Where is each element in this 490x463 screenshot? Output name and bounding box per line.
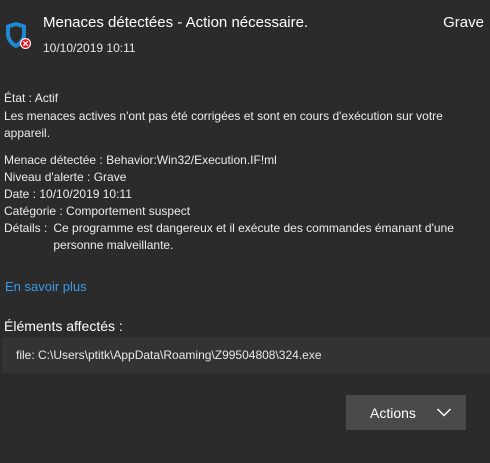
info-label: Détails : [4, 221, 48, 235]
status-description: Les menaces actives n'ont pas été corrig… [4, 109, 443, 140]
chevron-down-icon [437, 408, 451, 417]
category-label: Catégorie : [4, 204, 63, 218]
threat-value: Behavior:Win32/Execution.IF!ml [106, 153, 277, 167]
info-value: Ce programme est dangereux et il exécute… [53, 221, 454, 252]
threat-row: Menace détectée : Behavior:Win32/Executi… [4, 152, 486, 169]
actions-button[interactable]: Actions [346, 395, 466, 430]
threat-details: État : Actif Les menaces actives n'ont p… [4, 90, 486, 254]
affected-file-item[interactable]: file: C:\Users\ptitk\AppData\Roaming\Z99… [2, 337, 490, 373]
notification-timestamp: 10/10/2019 10:11 [43, 41, 136, 55]
date-value: 10/10/2019 10:11 [39, 187, 132, 201]
category-value: Comportement suspect [66, 204, 191, 218]
alert-level-label: Niveau d'alerte : [4, 170, 91, 184]
actions-label: Actions [370, 405, 416, 421]
shield-error-icon [6, 22, 31, 49]
affected-file-path: file: C:\Users\ptitk\AppData\Roaming\Z99… [16, 348, 322, 362]
notification-header: Menaces détectées - Action nécessaire. G… [0, 0, 490, 70]
info-row: Détails : Ce programme est dangereux et … [4, 220, 486, 254]
category-row: Catégorie : Comportement suspect [4, 203, 486, 220]
date-row: Date : 10/10/2019 10:11 [4, 186, 486, 203]
status-row: État : Actif [4, 90, 486, 107]
severity-label: Grave [443, 14, 484, 31]
status-label: État : [4, 91, 33, 105]
learn-more-link[interactable]: En savoir plus [5, 279, 87, 294]
threat-label: Menace détectée : [4, 153, 103, 167]
alert-level-row: Niveau d'alerte : Grave [4, 169, 486, 186]
affected-items-title: Éléments affectés : [4, 318, 123, 334]
date-label: Date : [4, 187, 37, 201]
status-value: Actif [34, 91, 59, 105]
notification-title: Menaces détectées - Action nécessaire. [43, 14, 309, 31]
alert-level-value: Grave [93, 170, 127, 184]
